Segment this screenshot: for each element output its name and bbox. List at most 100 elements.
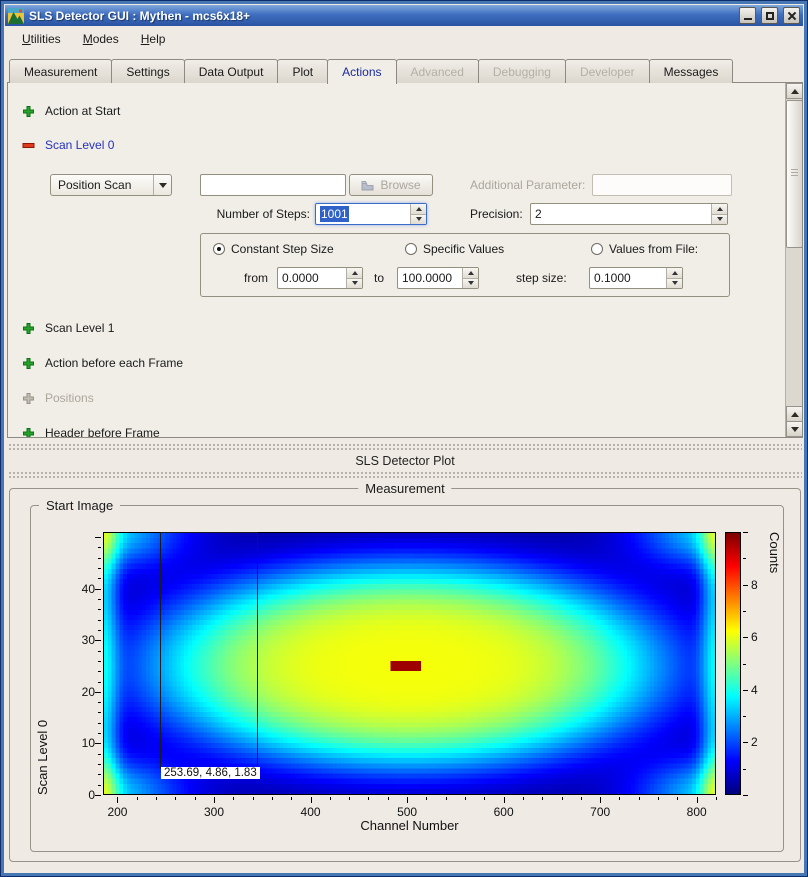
from-label: from (244, 271, 268, 285)
precision-spinbox[interactable]: 2 (530, 203, 728, 225)
step-size-spinbox[interactable]: 0.1000 (589, 267, 683, 289)
spin-down-button[interactable] (347, 278, 362, 289)
menu-modes[interactable]: Modes (74, 28, 128, 50)
spin-down-button[interactable] (712, 214, 727, 225)
expand-plus-icon[interactable] (22, 322, 35, 335)
number-of-steps-label: Number of Steps: (168, 207, 310, 221)
spin-down-button[interactable] (463, 278, 478, 289)
menubar: Utilities Modes Help (5, 26, 803, 51)
tab-actions[interactable]: Actions (327, 59, 396, 84)
measurement-group-title: Measurement (358, 481, 451, 496)
cursor-readout: 253.69, 4.86, 1.83 (161, 767, 260, 779)
scroll-down-button[interactable] (786, 421, 803, 437)
y-tick (95, 589, 101, 590)
scan-level-0-label: Scan Level 0 (45, 138, 114, 152)
spin-down-button[interactable] (667, 278, 682, 289)
number-of-steps-spinbox[interactable]: 1001 (315, 203, 427, 225)
number-of-steps-value[interactable]: 1001 (320, 206, 349, 222)
colorbar-tick (743, 585, 748, 586)
spin-up-button[interactable] (347, 268, 362, 278)
y-tick (98, 712, 101, 713)
vertical-scrollbar[interactable] (785, 83, 802, 437)
x-tick (272, 797, 273, 800)
from-value[interactable]: 0.0000 (278, 268, 346, 288)
maximize-button[interactable] (761, 7, 778, 24)
scan-mode-select[interactable]: Position Scan (50, 174, 172, 196)
step-size-label: step size: (516, 271, 567, 285)
close-button[interactable] (783, 7, 800, 24)
spin-up-button[interactable] (712, 204, 727, 214)
scroll-up-button-2[interactable] (786, 406, 803, 422)
radio-values-from-file[interactable]: Values from File: (591, 242, 698, 256)
minimize-button[interactable] (739, 7, 756, 24)
radio-icon[interactable] (213, 243, 225, 255)
expand-plus-icon[interactable] (22, 357, 35, 370)
x-tick (137, 797, 138, 800)
scan-level-0-row[interactable]: Scan Level 0 (22, 137, 114, 153)
scan-script-input[interactable] (200, 174, 346, 196)
additional-parameter-label: Additional Parameter: (470, 178, 585, 192)
x-tick (311, 797, 312, 803)
arrow-up-icon (717, 207, 723, 211)
tab-debugging: Debugging (478, 59, 566, 83)
radio-icon[interactable] (591, 243, 603, 255)
x-tick (233, 797, 234, 800)
radio-icon[interactable] (405, 243, 417, 255)
y-tick (98, 785, 101, 786)
scan-level-1-row[interactable]: Scan Level 1 (22, 320, 114, 336)
action-before-each-frame-row[interactable]: Action before each Frame (22, 355, 183, 371)
from-spinbox[interactable]: 0.0000 (277, 267, 363, 289)
header-before-frame-label: Header before Frame (45, 426, 160, 438)
window-title: SLS Detector GUI : Mythen - mcs6x18+ (29, 9, 734, 23)
action-at-start-label: Action at Start (45, 104, 120, 118)
tab-settings[interactable]: Settings (111, 59, 184, 83)
radio-constant-step-size[interactable]: Constant Step Size (213, 242, 334, 256)
arrow-up-icon (352, 271, 358, 275)
combo-dropdown-button[interactable] (153, 175, 171, 195)
header-before-frame-row[interactable]: Header before Frame (22, 425, 160, 438)
y-tick (95, 537, 101, 538)
menu-utilities[interactable]: Utilities (13, 28, 70, 50)
precision-value[interactable]: 2 (531, 204, 711, 224)
scrollbar-thumb[interactable] (786, 100, 803, 248)
splitter-dots[interactable] (8, 443, 802, 452)
collapse-minus-icon[interactable] (22, 139, 35, 152)
arrow-up-icon (672, 271, 678, 275)
colorbar-tick (743, 637, 748, 638)
colorbar-tick (743, 690, 748, 691)
x-tick (291, 797, 292, 800)
splitter-dots[interactable] (8, 471, 802, 479)
spin-down-button[interactable] (411, 214, 426, 225)
splitter-handle[interactable]: SLS Detector Plot (5, 439, 805, 487)
scan-mode-value: Position Scan (51, 175, 153, 195)
to-spinbox[interactable]: 100.0000 (397, 267, 479, 289)
radio-specific-values[interactable]: Specific Values (405, 242, 504, 256)
zoom-selection-rect[interactable] (160, 532, 258, 769)
expand-plus-icon[interactable] (22, 427, 35, 439)
x-tick (697, 797, 698, 803)
spin-up-button[interactable] (411, 204, 426, 214)
minimize-icon (744, 18, 752, 20)
x-tick (195, 797, 196, 800)
titlebar[interactable]: SLS Detector GUI : Mythen - mcs6x18+ (5, 5, 803, 26)
y-tick (98, 661, 101, 662)
tab-measurement[interactable]: Measurement (9, 59, 112, 83)
menu-help[interactable]: Help (132, 28, 175, 50)
tab-plot[interactable]: Plot (277, 59, 328, 83)
to-value[interactable]: 100.0000 (398, 268, 462, 288)
step-size-value[interactable]: 0.1000 (590, 268, 666, 288)
colorbar-tick (743, 742, 748, 743)
arrow-down-icon (416, 217, 422, 221)
x-tick (716, 797, 717, 800)
actions-tab-page: Action at Start Scan Level 0 Position Sc… (7, 82, 803, 438)
x-tick (214, 797, 215, 803)
spin-up-button[interactable] (463, 268, 478, 278)
scroll-up-button[interactable] (786, 83, 803, 99)
tab-developer: Developer (565, 59, 650, 83)
y-tick (98, 671, 101, 672)
expand-plus-icon[interactable] (22, 105, 35, 118)
action-at-start-row[interactable]: Action at Start (22, 103, 120, 119)
spin-up-button[interactable] (667, 268, 682, 278)
tab-messages[interactable]: Messages (649, 59, 734, 83)
tab-data-output[interactable]: Data Output (184, 59, 279, 83)
